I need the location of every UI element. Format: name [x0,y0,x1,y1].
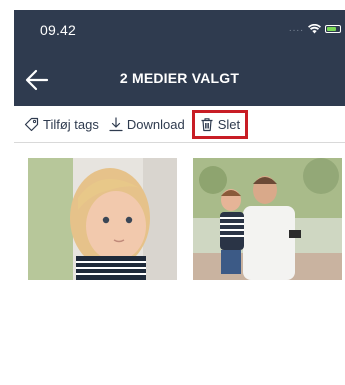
app-screen: 09.42 .... 2 MEDIER VALGT Tilføj tags Do… [0,0,345,385]
media-grid [28,158,343,280]
download-button[interactable]: Download [109,117,185,132]
page-title: 2 MEDIER VALGT [119,70,240,86]
wifi-icon [308,24,321,34]
signal-dots-icon: .... [288,23,304,34]
trash-icon [201,117,213,131]
selection-toolbar: Tilføj tags Download Slet [14,106,345,143]
toddler-photo-icon [28,158,177,280]
battery-icon [325,25,341,33]
tag-icon [24,117,39,131]
status-time: 09.42 [40,22,77,38]
media-thumbnail[interactable] [28,158,177,280]
battery-level [327,27,336,31]
delete-label: Slet [217,116,241,132]
download-label: Download [126,116,185,132]
delete-button[interactable]: Slet [191,109,249,139]
add-tags-button[interactable]: Tilføj tags [24,117,99,132]
status-icons: .... [289,24,341,34]
father-and-child-photo-icon [193,158,342,280]
add-tags-label: Tilføj tags [43,116,99,132]
download-icon [109,116,123,131]
media-thumbnail[interactable] [193,158,342,280]
